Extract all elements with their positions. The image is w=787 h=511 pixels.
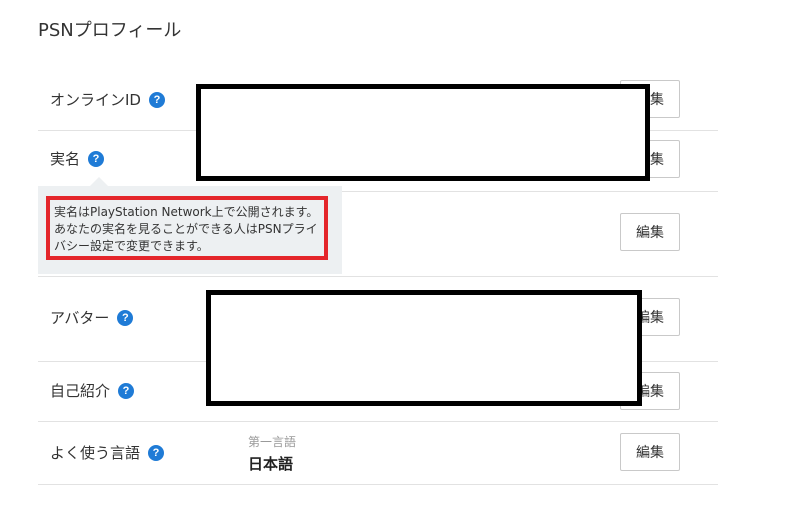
redaction-box-top xyxy=(196,84,650,181)
languages-label-group: よく使う言語 ? xyxy=(50,442,165,463)
online-id-label-group: オンラインID ? xyxy=(50,89,165,110)
avatar-label-group: アバター ? xyxy=(50,307,134,328)
tooltip-text-highlighted: 実名はPlayStation Network上で公開されます。あなたの実名を見る… xyxy=(46,196,328,260)
page-title: PSNプロフィール xyxy=(38,20,182,41)
tooltip-arrow xyxy=(90,177,108,186)
languages-label: よく使う言語 xyxy=(50,444,141,462)
about-me-label-group: 自己紹介 ? xyxy=(50,380,135,401)
real-name-label-group: 実名 ? xyxy=(50,148,105,169)
edit-covered-row-button[interactable]: 編集 xyxy=(620,213,680,251)
about-me-label: 自己紹介 xyxy=(50,382,111,400)
real-name-tooltip: 実名はPlayStation Network上で公開されます。あなたの実名を見る… xyxy=(38,186,342,274)
primary-language-value: 日本語 xyxy=(248,455,294,473)
edit-languages-button[interactable]: 編集 xyxy=(620,433,680,471)
primary-language-caption: 第一言語 xyxy=(248,435,297,449)
help-icon[interactable]: ? xyxy=(148,91,165,108)
online-id-label: オンラインID xyxy=(50,91,141,109)
avatar-label: アバター xyxy=(50,309,110,327)
help-icon[interactable]: ? xyxy=(148,444,165,461)
help-icon[interactable]: ? xyxy=(88,150,105,167)
redaction-box-bottom xyxy=(206,290,642,406)
help-icon[interactable]: ? xyxy=(117,309,134,326)
real-name-label: 実名 xyxy=(50,150,81,168)
help-icon[interactable]: ? xyxy=(118,382,135,399)
row-languages: よく使う言語 ? xyxy=(38,421,718,485)
